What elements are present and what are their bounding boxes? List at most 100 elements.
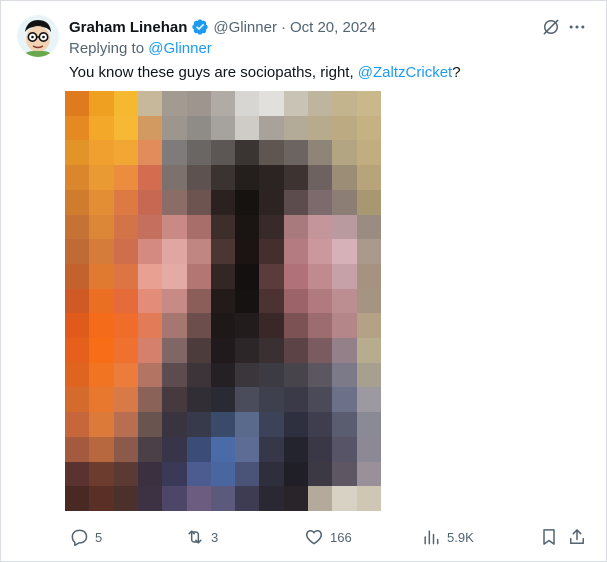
- media-pixel: [332, 214, 357, 240]
- media-pixel: [308, 461, 333, 487]
- like-button[interactable]: 166: [304, 525, 352, 549]
- repost-icon: [188, 530, 202, 544]
- media-pixel: [65, 387, 90, 413]
- media-pixel: [65, 91, 90, 116]
- media-pixel: [259, 362, 284, 388]
- media-pixel: [356, 313, 381, 339]
- media-pixel: [137, 387, 163, 413]
- post-text-body: You know these guys are sociopaths, righ…: [69, 64, 354, 81]
- author-name[interactable]: Graham Linehan: [69, 19, 187, 36]
- media-pixel: [235, 91, 260, 116]
- share-button[interactable]: [567, 525, 587, 549]
- media-pixel: [235, 338, 260, 363]
- more-icon[interactable]: [567, 17, 587, 37]
- media-pixel: [89, 486, 114, 511]
- repost-count: 3: [211, 529, 219, 545]
- replying-to-handle[interactable]: @Glinner: [148, 40, 212, 57]
- post-card[interactable]: Graham Linehan @Glinner · Oct 20, 2024 R…: [0, 0, 607, 562]
- author-avatar[interactable]: [17, 15, 59, 57]
- reply-icon: [71, 529, 88, 547]
- media-pixel: [65, 486, 90, 511]
- mention-link[interactable]: @ZaltzCricket: [358, 64, 452, 81]
- media-pixel: [210, 486, 236, 511]
- media-pixel: [113, 362, 138, 388]
- media-pixel: [210, 288, 236, 314]
- media-pixel: [186, 338, 211, 363]
- media-pixel: [259, 189, 284, 215]
- media-pixel: [137, 91, 163, 116]
- media-pixel: [65, 239, 90, 264]
- avatar-illustration: [17, 15, 59, 57]
- media-pixel: [162, 412, 187, 437]
- media-pixel: [113, 263, 138, 289]
- media-pixel: [308, 362, 333, 388]
- verified-badge-icon[interactable]: [191, 18, 209, 36]
- media-pixel: [235, 214, 260, 240]
- media-pixel: [283, 412, 309, 437]
- media-pixel: [113, 461, 138, 487]
- replying-to: Replying to @Glinner: [69, 40, 212, 57]
- post-text: You know these guys are sociopaths, righ…: [69, 64, 461, 81]
- media-pixel: [283, 140, 309, 166]
- media-pixel: [356, 412, 381, 437]
- media-pixel: [186, 288, 211, 314]
- media-pixel: [162, 338, 187, 363]
- media-pixel: [283, 387, 309, 413]
- media-pixel: [332, 313, 357, 339]
- reply-button[interactable]: 5: [69, 525, 102, 549]
- media-pixel: [186, 313, 211, 339]
- media-pixel: [308, 165, 333, 190]
- media-pixel: [332, 165, 357, 190]
- media-pixel: [235, 486, 260, 511]
- media-pixel: [162, 486, 187, 511]
- media-pixel: [259, 288, 284, 314]
- grok-icon[interactable]: [541, 17, 561, 37]
- media-pixel: [137, 189, 163, 215]
- media-pixel: [89, 436, 114, 462]
- media-pixel: [186, 362, 211, 388]
- media-pixel: [332, 436, 357, 462]
- media-pixel: [186, 263, 211, 289]
- post-date[interactable]: Oct 20, 2024: [290, 19, 376, 36]
- media-pixel: [186, 165, 211, 190]
- media-pixel: [113, 239, 138, 264]
- media-pixel: [235, 263, 260, 289]
- media-pixel: [137, 313, 163, 339]
- media-pixel: [308, 263, 333, 289]
- media-pixel: [89, 91, 114, 116]
- media-pixel: [308, 313, 333, 339]
- media-pixel: [283, 214, 309, 240]
- header-separator: ·: [280, 18, 286, 36]
- media-pixel: [137, 338, 163, 363]
- media-pixel: [332, 486, 357, 511]
- views-button[interactable]: 5.9K: [421, 525, 474, 549]
- bookmark-button[interactable]: [539, 525, 559, 549]
- media-pixel: [137, 436, 163, 462]
- action-bar: 5 3 166 5.9K: [61, 525, 601, 549]
- media-pixel: [283, 338, 309, 363]
- media-pixel: [210, 263, 236, 289]
- media-pixel: [89, 412, 114, 437]
- media-pixel: [356, 91, 381, 116]
- media-pixel: [308, 436, 333, 462]
- media-pixel: [356, 338, 381, 363]
- media-pixel: [186, 412, 211, 437]
- media-pixel: [89, 214, 114, 240]
- media-pixel: [356, 288, 381, 314]
- media-pixel: [186, 239, 211, 264]
- media-pixel: [89, 387, 114, 413]
- media-pixel: [162, 387, 187, 413]
- media-pixel: [356, 436, 381, 462]
- media-pixel: [356, 165, 381, 190]
- media-pixel: [65, 362, 90, 388]
- author-handle[interactable]: @Glinner: [213, 19, 277, 36]
- media-pixel: [332, 115, 357, 141]
- post-media-image[interactable]: [65, 91, 381, 511]
- media-pixel: [65, 140, 90, 166]
- media-pixel: [356, 263, 381, 289]
- media-pixel: [137, 412, 163, 437]
- media-pixel: [65, 412, 90, 437]
- view-count: 5.9K: [447, 529, 474, 545]
- views-icon: [424, 530, 439, 545]
- repost-button[interactable]: 3: [185, 525, 218, 549]
